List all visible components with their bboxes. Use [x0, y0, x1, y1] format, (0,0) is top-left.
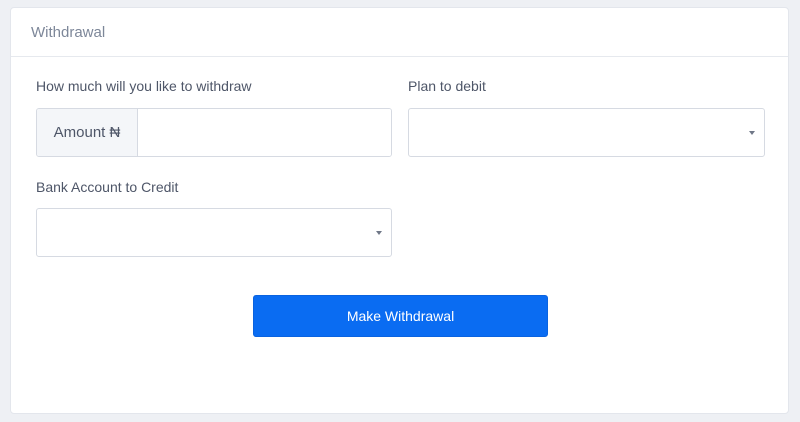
- amount-input[interactable]: [138, 109, 391, 156]
- withdrawal-card: Withdrawal How much will you like to wit…: [10, 7, 789, 414]
- amount-addon: Amount ₦: [37, 109, 138, 156]
- chevron-down-icon: [749, 131, 755, 135]
- bank-account-label: Bank Account to Credit: [36, 179, 179, 195]
- plan-label: Plan to debit: [408, 78, 486, 94]
- plan-select[interactable]: [408, 108, 765, 157]
- bank-account-select[interactable]: [36, 208, 392, 257]
- make-withdrawal-button[interactable]: Make Withdrawal: [253, 295, 548, 337]
- amount-input-group: Amount ₦: [36, 108, 392, 157]
- chevron-down-icon: [376, 231, 382, 235]
- card-header: Withdrawal: [11, 8, 788, 57]
- card-title: Withdrawal: [31, 24, 106, 41]
- amount-label: How much will you like to withdraw: [36, 78, 252, 94]
